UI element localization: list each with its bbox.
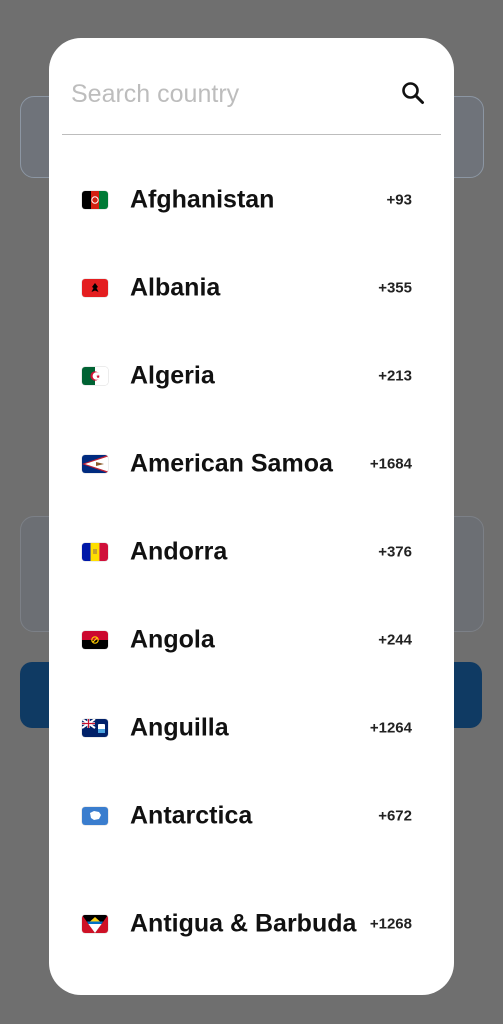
- country-name: American Samoa: [130, 449, 333, 478]
- antigua-barbuda-flag-icon: [82, 915, 108, 933]
- country-name: Afghanistan: [130, 185, 275, 214]
- search-input[interactable]: [71, 74, 381, 114]
- country-row[interactable]: Afghanistan +93: [49, 156, 454, 244]
- country-name: Antarctica: [130, 801, 253, 830]
- country-name: Antigua & Barbuda: [130, 909, 357, 938]
- country-dial-code: +93: [386, 191, 412, 209]
- country-dial-code: +1684: [369, 455, 412, 473]
- country-dial-code: +672: [378, 807, 412, 825]
- country-row[interactable]: American Samoa +1684: [49, 420, 454, 508]
- country-row[interactable]: Algeria +213: [49, 332, 454, 420]
- country-row[interactable]: Albania +355: [49, 244, 454, 332]
- country-dial-code: +376: [378, 543, 412, 561]
- country-row[interactable]: Antarctica +672: [49, 772, 454, 860]
- american-samoa-flag-icon: [82, 455, 108, 473]
- country-list: Afghanistan +93 Albania +355 Algeria +21…: [49, 156, 454, 988]
- country-name: Anguilla: [130, 713, 229, 742]
- country-row[interactable]: Andorra +376: [49, 508, 454, 596]
- country-dial-code: +213: [378, 367, 412, 385]
- antarctica-flag-icon: [82, 807, 108, 825]
- country-name: Angola: [130, 625, 215, 654]
- anguilla-flag-icon: [82, 719, 108, 737]
- search-bar: [62, 56, 441, 135]
- angola-flag-icon: [82, 631, 108, 649]
- country-dial-code: +1264: [369, 719, 412, 737]
- country-row[interactable]: Antigua & Barbuda +1268: [49, 860, 454, 988]
- albania-flag-icon: [82, 279, 108, 297]
- country-name: Algeria: [130, 361, 215, 390]
- country-dial-code: +244: [378, 631, 412, 649]
- country-name: Albania: [130, 273, 221, 302]
- search-icon[interactable]: [400, 80, 426, 106]
- country-row[interactable]: Anguilla +1264: [49, 684, 454, 772]
- andorra-flag-icon: [82, 543, 108, 561]
- algeria-flag-icon: [82, 367, 108, 385]
- afghanistan-flag-icon: [82, 191, 108, 209]
- country-dial-code: +355: [378, 279, 412, 297]
- country-name: Andorra: [130, 537, 228, 566]
- country-picker-modal: Afghanistan +93 Albania +355: [49, 38, 454, 995]
- country-row[interactable]: Angola +244: [49, 596, 454, 684]
- country-dial-code: +1268: [369, 915, 412, 933]
